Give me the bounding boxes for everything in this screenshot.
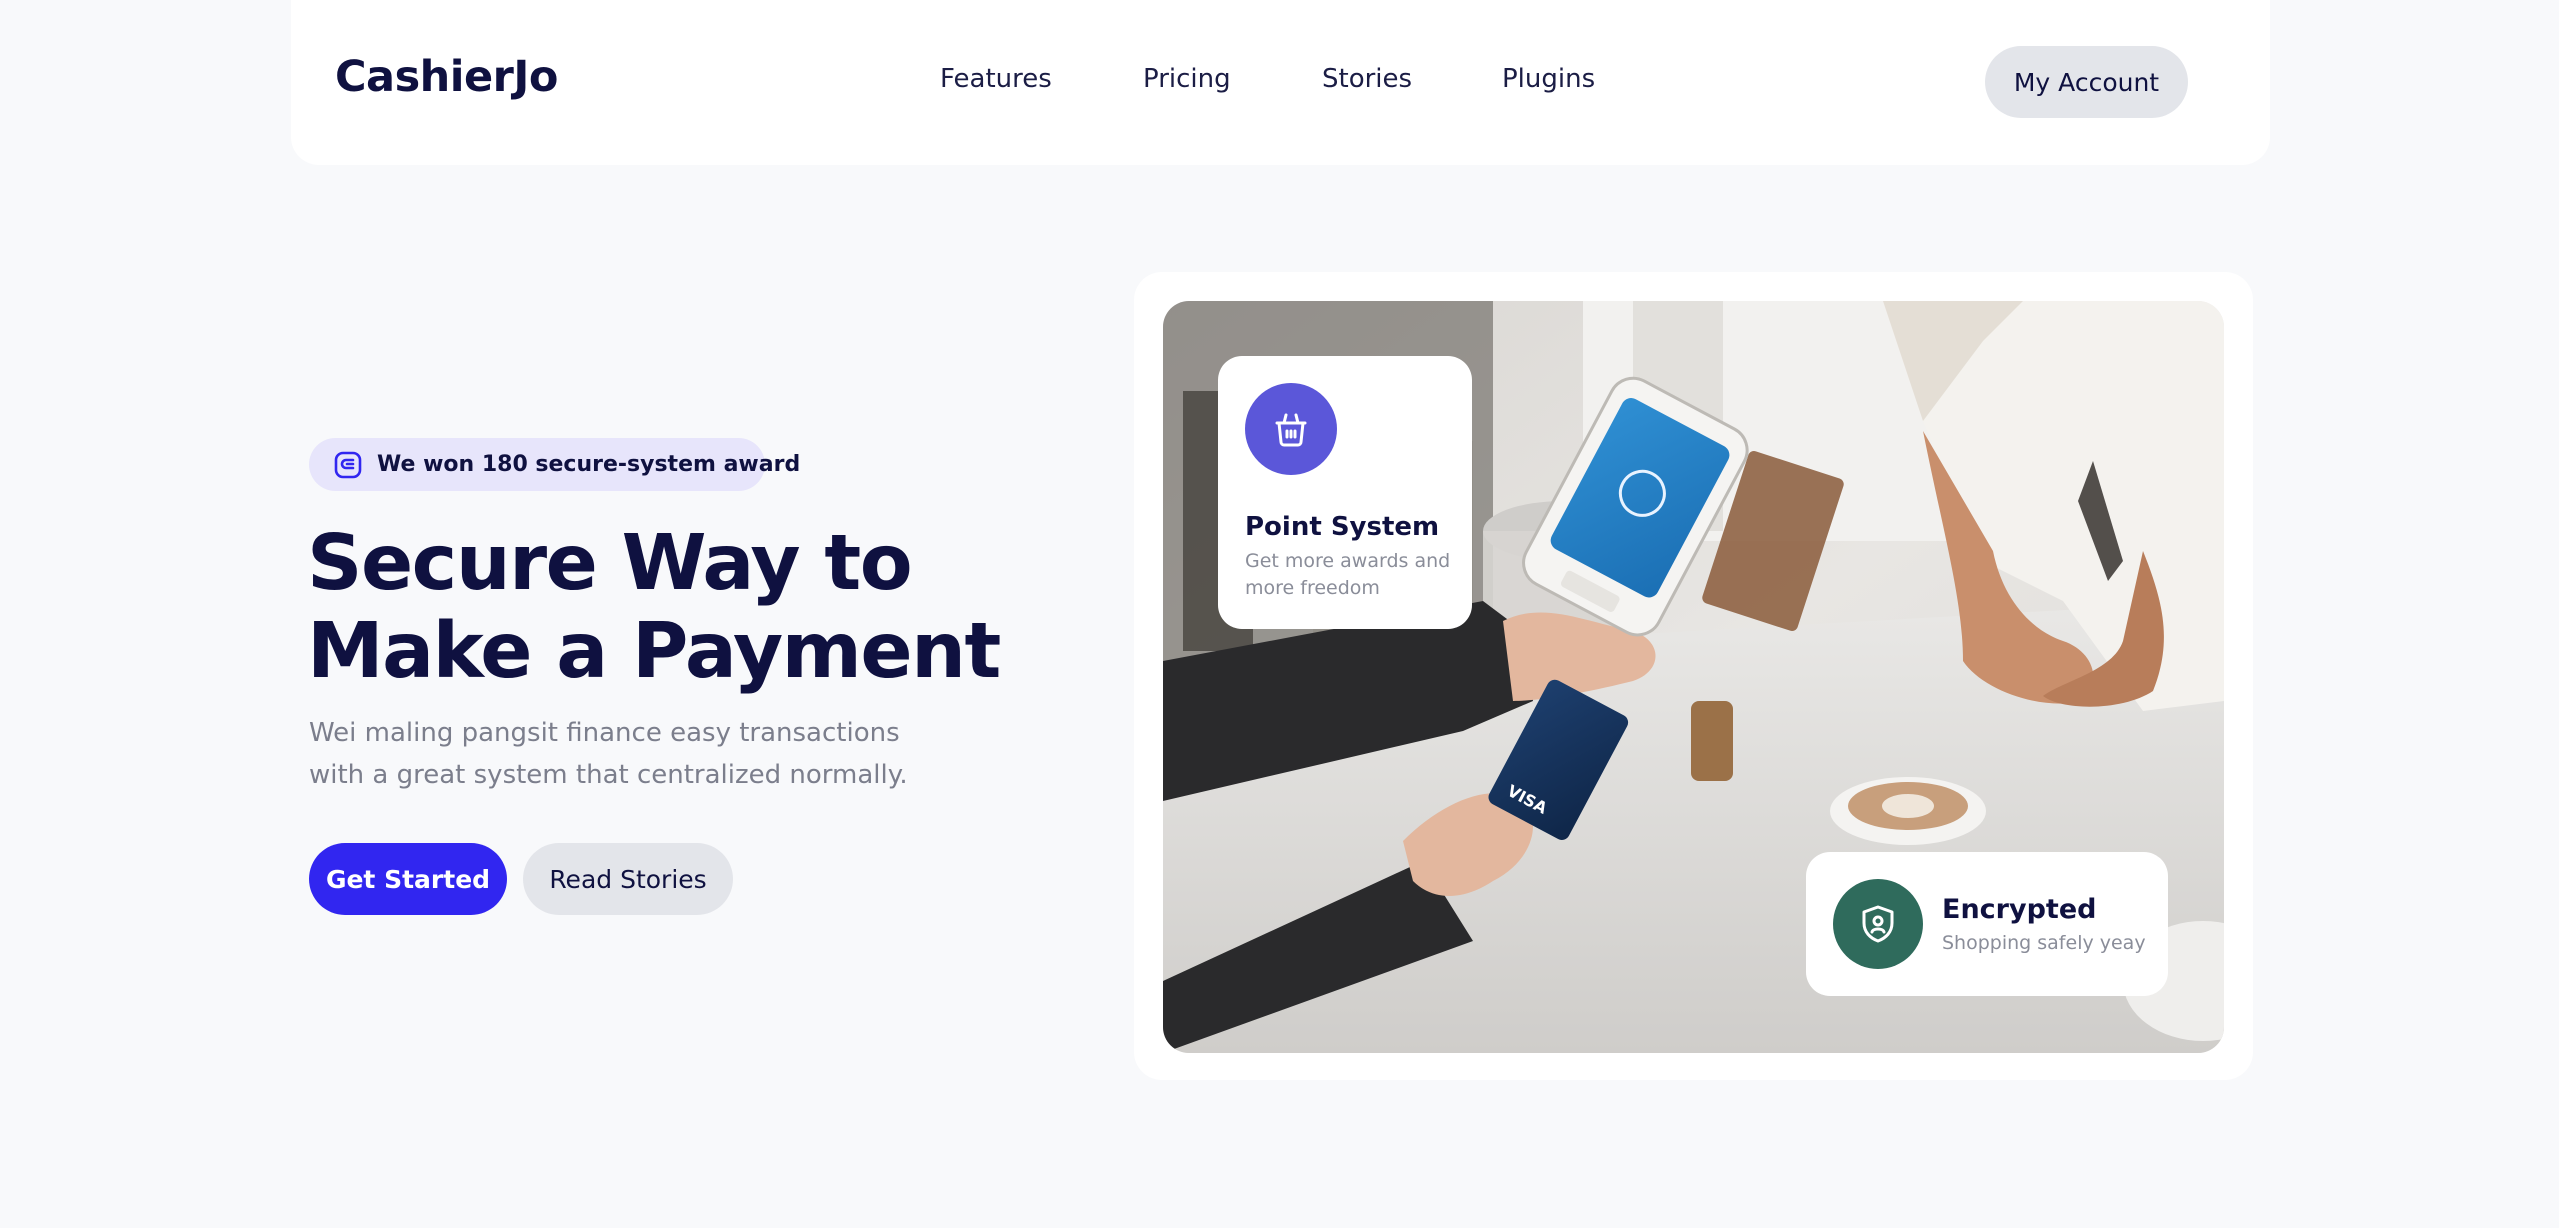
- hero-title-line-2: Make a Payment: [307, 607, 1001, 696]
- point-system-title: Point System: [1245, 512, 1440, 542]
- get-started-button[interactable]: Get Started: [309, 843, 507, 915]
- encrypted-card: Encrypted Shopping safely yeay: [1806, 852, 2168, 996]
- hero-title: Secure Way to Make a Payment: [307, 520, 1007, 696]
- brand-logo[interactable]: CashierJo: [335, 52, 558, 102]
- encrypted-description: Shopping safely yeay: [1942, 932, 2146, 954]
- point-system-card: Point System Get more awards and more fr…: [1218, 356, 1472, 629]
- nav-link-plugins[interactable]: Plugins: [1502, 64, 1595, 94]
- nav-link-stories[interactable]: Stories: [1322, 64, 1412, 94]
- read-stories-button[interactable]: Read Stories: [523, 843, 733, 915]
- award-badge-text: We won 180 secure-system award: [377, 452, 801, 477]
- nav-link-pricing[interactable]: Pricing: [1143, 64, 1231, 94]
- shop-basket-icon: [1245, 383, 1337, 475]
- shield-lock-icon: [1833, 879, 1923, 969]
- top-navigation: CashierJo Features Pricing Stories Plugi…: [291, 0, 2270, 165]
- point-system-description: Get more awards and more freedom: [1245, 550, 1451, 599]
- award-badge: We won 180 secure-system award: [309, 438, 800, 491]
- nav-link-features[interactable]: Features: [940, 64, 1052, 94]
- hero-subtitle: Wei maling pangsit finance easy transact…: [309, 718, 908, 790]
- my-account-button[interactable]: My Account: [1985, 46, 2188, 118]
- hero-title-line-1: Secure Way to: [307, 519, 913, 608]
- encrypted-title: Encrypted: [1942, 894, 2097, 925]
- award-icon: [333, 450, 363, 480]
